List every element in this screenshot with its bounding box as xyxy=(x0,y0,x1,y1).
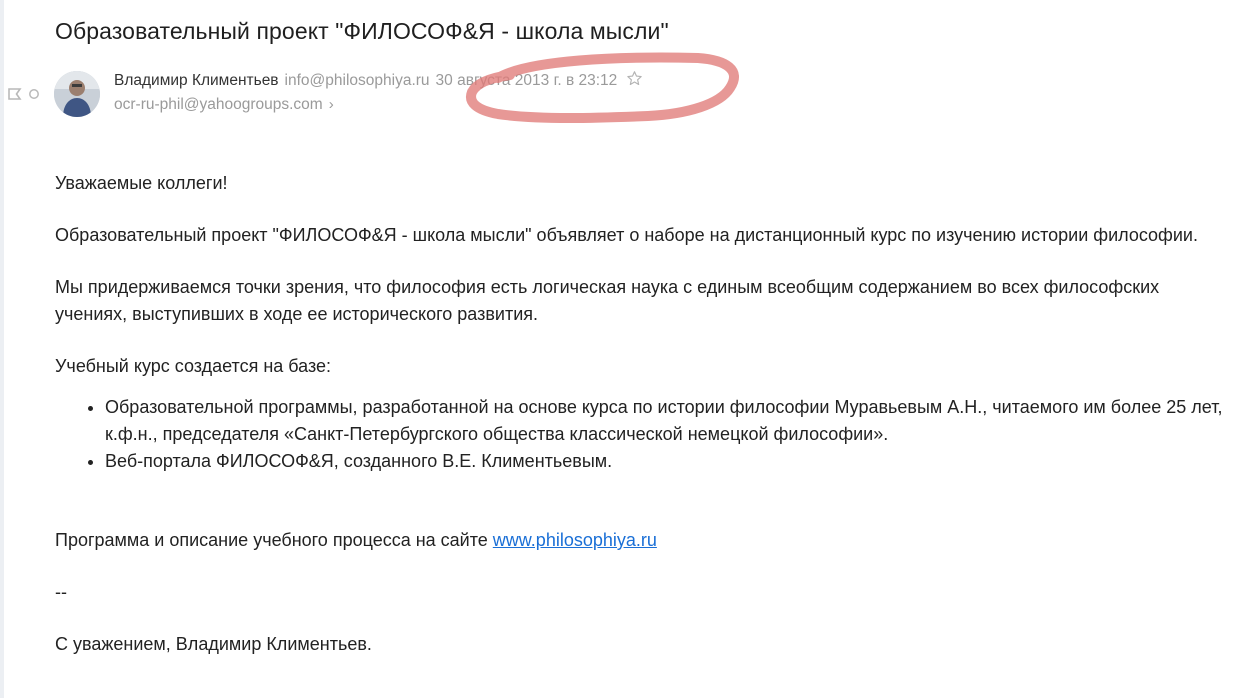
message-status-icons xyxy=(8,88,40,100)
course-basis-list: Образовательной программы, разработанной… xyxy=(55,394,1227,475)
paragraph-program: Программа и описание учебного процесса н… xyxy=(55,527,1227,554)
paragraph-announcement: Образовательный проект "ФИЛОСОФ&Я - школ… xyxy=(55,225,1198,245)
signature-separator: -- xyxy=(55,582,67,602)
greeting: Уважаемые коллеги! xyxy=(55,173,228,193)
website-link[interactable]: www.philosophiya.ru xyxy=(493,530,657,550)
signature: С уважением, Владимир Климентьев. xyxy=(55,634,372,654)
recipient-row[interactable]: ocr-ru-phil@yahoogroups.com › xyxy=(114,96,334,114)
email-body: Уважаемые коллеги! Образовательный проек… xyxy=(55,170,1227,683)
recipient-email[interactable]: ocr-ru-phil@yahoogroups.com xyxy=(114,96,323,113)
program-text: Программа и описание учебного процесса н… xyxy=(55,530,493,550)
list-item: Образовательной программы, разработанной… xyxy=(105,394,1227,448)
paragraph-viewpoint: Мы придерживаемся точки зрения, что фило… xyxy=(55,277,1160,324)
paragraph-course-basis: Учебный курс создается на базе: xyxy=(55,356,332,376)
left-strip xyxy=(0,0,4,698)
sender-email[interactable]: info@philosophiya.ru xyxy=(285,72,430,89)
email-subject: Образовательный проект "ФИЛОСОФ&Я - школ… xyxy=(55,18,669,44)
star-icon[interactable] xyxy=(626,70,643,92)
sender-row: Владимир Климентьев info@philosophiya.ru 3… xyxy=(114,70,643,92)
list-item: Веб-портала ФИЛОСОФ&Я, созданного В.Е. К… xyxy=(105,448,1227,475)
sender-name[interactable]: Владимир Климентьев xyxy=(114,72,279,89)
flag-icon[interactable] xyxy=(8,88,22,100)
email-date: 30 августа 2013 г. в 23:12 xyxy=(435,72,618,89)
chevron-right-icon[interactable]: › xyxy=(329,96,334,113)
unread-dot-icon[interactable] xyxy=(28,88,40,100)
avatar[interactable] xyxy=(54,71,100,117)
